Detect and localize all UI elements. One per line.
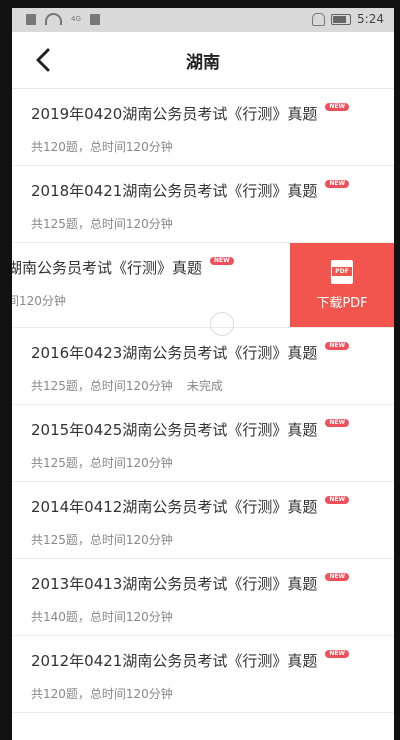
new-badge: NEW [210, 257, 234, 265]
battery-icon [331, 13, 352, 25]
new-badge: NEW [325, 342, 350, 350]
pdf-icon-tag: PDF [332, 267, 352, 276]
exam-title: 湖南公务员考试《行测》真题 [12, 259, 203, 277]
exam-title: 2015年0425湖南公务员考试《行测》真题 [31, 421, 318, 439]
exam-list: 2019年0420湖南公务员考试《行测》真题 NEW 共120题，总时间120分钟… [12, 89, 394, 713]
new-badge: NEW [325, 103, 350, 111]
exam-title-row: 2012年0421湖南公务员考试《行测》真题 NEW [31, 650, 350, 671]
touch-indicator [210, 312, 234, 336]
exam-title: 2014年0412湖南公务员考试《行测》真题 [31, 498, 318, 516]
mute-bell-icon [312, 12, 326, 26]
exam-title-row: 2019年0420湖南公务员考试《行测》真题 NEW [31, 103, 350, 124]
exam-title-row: 2013年0413湖南公务员考试《行测》真题 NEW [31, 573, 350, 594]
status-right: 5:24 [312, 12, 384, 26]
status-left: 4G [26, 13, 100, 25]
completion-status: 未完成 [186, 379, 223, 393]
exam-title-row: 2018年0421湖南公务员考试《行测》真题 NEW [31, 180, 350, 201]
exam-title-row: 湖南公务员考试《行测》真题 NEW [12, 257, 234, 278]
exam-meta-row: 共120题，总时间120分钟 [31, 138, 173, 155]
exam-title: 2019年0420湖南公务员考试《行测》真题 [31, 105, 318, 123]
exam-meta-row: 共125题，总时间120分钟 [31, 215, 173, 232]
exam-meta: 共125题，总时间120分钟 [31, 456, 173, 470]
list-item[interactable]: 2012年0421湖南公务员考试《行测》真题 NEW 共120题，总时间120分钟 [12, 636, 394, 713]
clock: 5:24 [357, 12, 384, 26]
phone-screen: 4G 5:24 湖南 2019年0420湖南公务员考试《行测》真题 NEW 共12… [12, 8, 394, 740]
new-badge: NEW [325, 419, 350, 427]
exam-meta: 共120题，总时间120分钟 [31, 140, 173, 154]
notification-icon [89, 13, 100, 25]
sim-icon [26, 13, 36, 25]
list-item[interactable]: 2019年0420湖南公务员考试《行测》真题 NEW 共120题，总时间120分钟 [12, 89, 394, 166]
wifi-icon [45, 13, 62, 25]
exam-title-row: 2014年0412湖南公务员考试《行测》真题 NEW [31, 496, 350, 517]
pdf-file-icon: PDF [331, 260, 353, 284]
download-pdf-label: 下载PDF [316, 296, 368, 311]
exam-meta-row: 共125题，总时间120分钟 [31, 454, 173, 471]
exam-meta: 共125题，总时间120分钟 [31, 533, 173, 547]
exam-meta-row: 共120题，总时间120分钟 [31, 685, 173, 702]
new-badge: NEW [325, 573, 350, 581]
new-badge: NEW [325, 650, 350, 658]
new-badge: NEW [325, 180, 350, 188]
list-item[interactable]: 2016年0423湖南公务员考试《行测》真题 NEW 共125题，总时间120分钟… [12, 328, 394, 405]
page-title: 湖南 [186, 53, 220, 73]
network-label: 4G [71, 15, 81, 23]
status-bar: 4G 5:24 [12, 8, 394, 32]
new-badge: NEW [325, 496, 350, 504]
exam-title: 2018年0421湖南公务员考试《行测》真题 [31, 182, 318, 200]
exam-meta: 共125题，总时间120分钟 [31, 217, 173, 231]
exam-meta-row: 共125题，总时间120分钟 [31, 531, 173, 548]
exam-title-row: 2016年0423湖南公务员考试《行测》真题 NEW [31, 342, 350, 363]
exam-meta-row: 共140题，总时间120分钟 [31, 608, 173, 625]
exam-meta-row: 间120分钟 [12, 292, 66, 309]
list-item[interactable]: 2015年0425湖南公务员考试《行测》真题 NEW 共125题，总时间120分钟 [12, 405, 394, 482]
list-item[interactable]: 2018年0421湖南公务员考试《行测》真题 NEW 共125题，总时间120分钟 [12, 166, 394, 243]
list-item-swiped[interactable]: 湖南公务员考试《行测》真题 NEW 间120分钟 PDF 下载PDF [12, 243, 394, 328]
exam-meta: 共140题，总时间120分钟 [31, 610, 173, 624]
exam-title-row: 2015年0425湖南公务员考试《行测》真题 NEW [31, 419, 350, 440]
exam-meta: 间120分钟 [12, 294, 66, 308]
download-pdf-button[interactable]: PDF 下载PDF [290, 243, 394, 327]
exam-title: 2016年0423湖南公务员考试《行测》真题 [31, 344, 318, 362]
exam-title: 2013年0413湖南公务员考试《行测》真题 [31, 575, 318, 593]
exam-title: 2012年0421湖南公务员考试《行测》真题 [31, 652, 318, 670]
list-item[interactable]: 2014年0412湖南公务员考试《行测》真题 NEW 共125题，总时间120分钟 [12, 482, 394, 559]
exam-meta-row: 共125题，总时间120分钟 未完成 [31, 377, 223, 394]
exam-meta: 共125题，总时间120分钟 [31, 379, 173, 393]
nav-bar: 湖南 [12, 32, 394, 89]
list-item[interactable]: 2013年0413湖南公务员考试《行测》真题 NEW 共140题，总时间120分钟 [12, 559, 394, 636]
exam-meta: 共120题，总时间120分钟 [31, 687, 173, 701]
